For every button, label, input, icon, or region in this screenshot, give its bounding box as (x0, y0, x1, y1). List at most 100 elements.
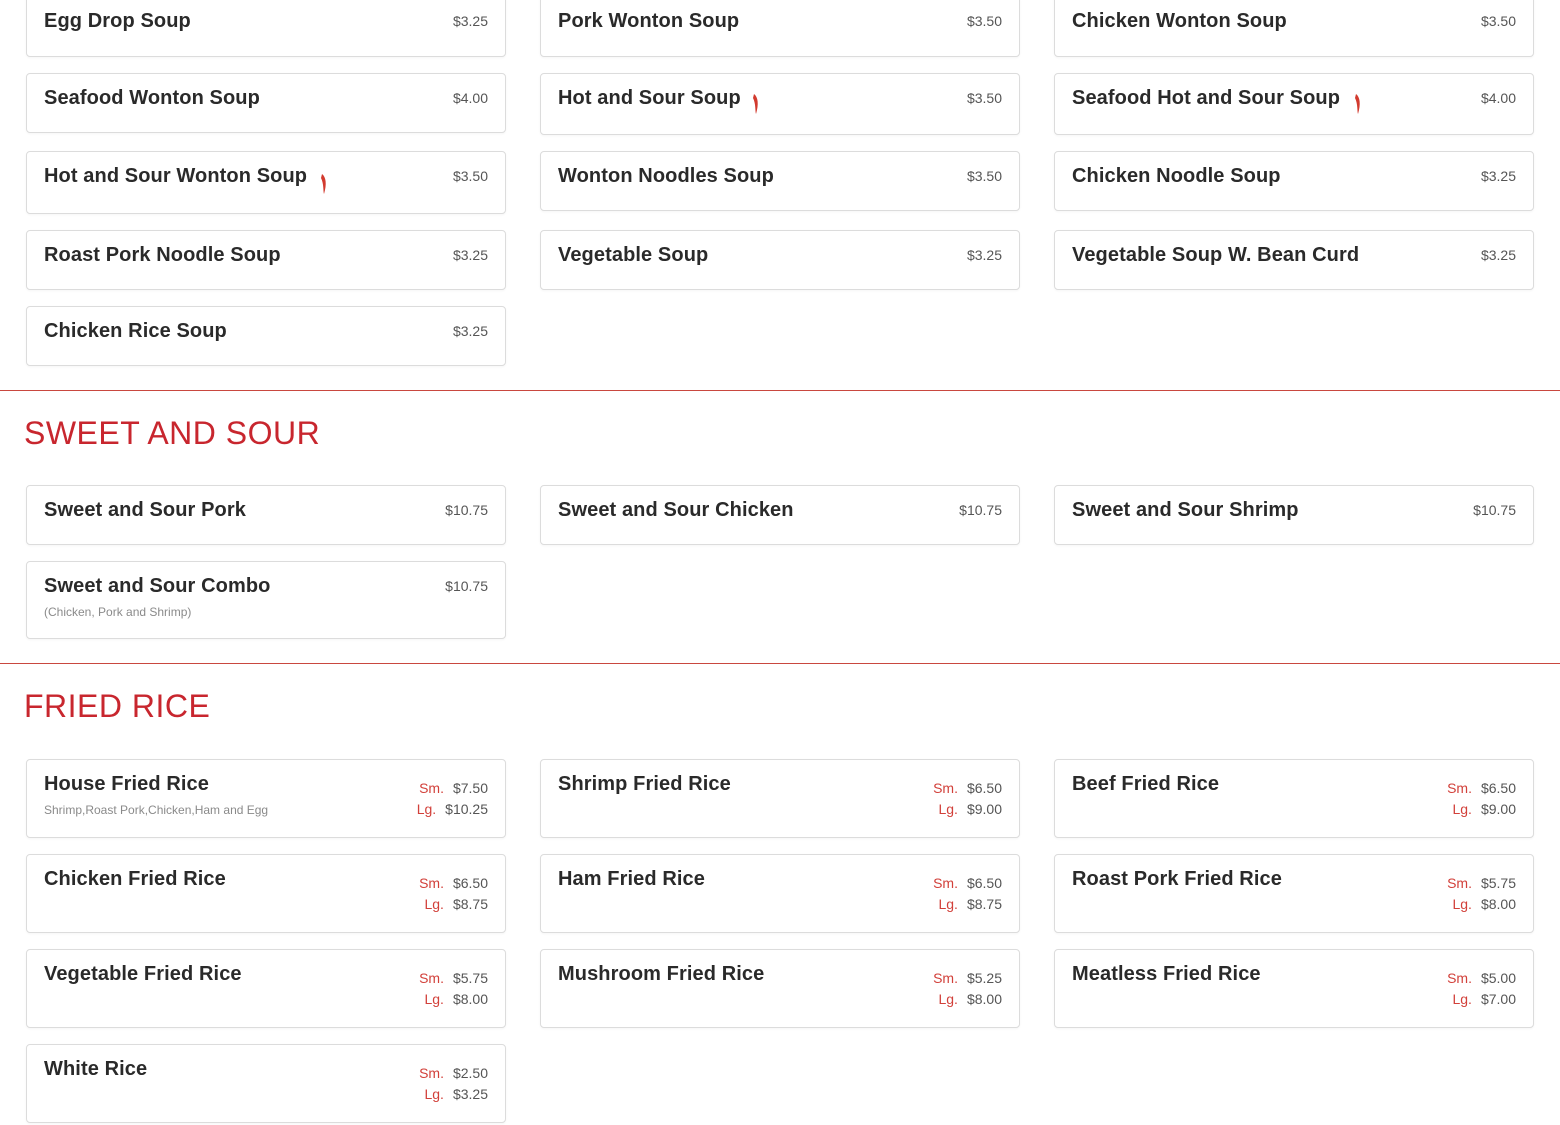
price-list: Sm. $5.25 Lg. $8.00 (933, 968, 1002, 1010)
menu-item-card[interactable]: Seafood Wonton Soup $4.00 (26, 73, 506, 133)
price-large: $8.75 (452, 896, 488, 912)
item-name: Sweet and Sour Chicken (558, 499, 794, 521)
item-name: Chicken Noodle Soup (1072, 165, 1281, 187)
size-label-small: Sm. (1447, 780, 1472, 796)
item-name: House Fried Rice (44, 773, 209, 795)
size-label-large: Lg. (1452, 801, 1472, 817)
menu-item-card[interactable]: Chicken Noodle Soup $3.25 (1054, 151, 1534, 211)
price-list: Sm. $2.50 Lg. $3.25 (419, 1063, 488, 1105)
item-name: Pork Wonton Soup (558, 10, 740, 32)
chili-pepper-icon (1355, 94, 1360, 114)
item-name: White Rice (44, 1058, 148, 1080)
size-label-large: Lg. (1452, 896, 1472, 912)
price-list: Sm. $5.75 Lg. $8.00 (1447, 873, 1516, 915)
menu-item-card[interactable]: Vegetable Fried Rice Sm. $5.75 Lg. $8.00 (26, 949, 506, 1028)
price-small: $6.50 (966, 780, 1002, 796)
size-label-large: Lg. (416, 801, 437, 817)
size-label-small: Sm. (1447, 875, 1472, 891)
price-large: $3.25 (452, 1086, 488, 1102)
price-small: $5.75 (452, 970, 488, 986)
menu-item-card[interactable]: Sweet and Sour Pork $10.75 (26, 485, 506, 545)
menu-item-card[interactable]: Pork Wonton Soup $3.50 (540, 0, 1020, 57)
price-small: $7.50 (452, 780, 488, 796)
menu-item-card[interactable]: Hot and Sour Soup $3.50 (540, 73, 1020, 135)
menu-item-card[interactable]: Shrimp Fried Rice Sm. $6.50 Lg. $9.00 (540, 759, 1020, 838)
menu-item-card[interactable]: Sweet and Sour Chicken $10.75 (540, 485, 1020, 545)
menu-item-card[interactable]: White Rice Sm. $2.50 Lg. $3.25 (26, 1044, 506, 1123)
menu-item-card[interactable]: Vegetable Soup W. Bean Curd $3.25 (1054, 230, 1534, 290)
item-name: Wonton Noodles Soup (558, 165, 774, 187)
price-large: $10.25 (445, 801, 488, 817)
item-name: Vegetable Fried Rice (44, 963, 242, 985)
menu-item-card[interactable]: Meatless Fried Rice Sm. $5.00 Lg. $7.00 (1054, 949, 1534, 1028)
menu-item-card[interactable]: Chicken Rice Soup $3.25 (26, 306, 506, 366)
price-list: Sm. $5.00 Lg. $7.00 (1447, 968, 1516, 1010)
price-large: $8.00 (452, 991, 488, 1007)
menu-item-card[interactable]: Seafood Hot and Sour Soup $4.00 (1054, 73, 1534, 135)
price-large: $8.00 (966, 991, 1002, 1007)
size-label-small: Sm. (933, 875, 958, 891)
size-label-large: Lg. (938, 896, 958, 912)
item-price: $3.25 (452, 13, 488, 29)
price-list: Sm. $7.50 Lg. $10.25 (417, 778, 488, 820)
item-price: $3.50 (1480, 13, 1516, 29)
size-label-small: Sm. (933, 780, 958, 796)
item-name: Sweet and Sour Pork (44, 499, 246, 521)
price-small: $5.75 (1480, 875, 1516, 891)
price-list: Sm. $6.50 Lg. $8.75 (419, 873, 488, 915)
item-name: Chicken Fried Rice (44, 868, 226, 890)
section-divider (0, 663, 1560, 664)
price-large: $9.00 (966, 801, 1002, 817)
chili-pepper-icon (753, 94, 758, 114)
menu-item-card[interactable]: Ham Fried Rice Sm. $6.50 Lg. $8.75 (540, 854, 1020, 933)
item-price: $3.50 (966, 90, 1002, 106)
menu-item-card[interactable]: Vegetable Soup $3.25 (540, 230, 1020, 290)
item-name: Vegetable Soup W. Bean Curd (1072, 244, 1360, 266)
item-name: Hot and Sour Wonton Soup (44, 165, 308, 187)
menu-item-card[interactable]: Chicken Wonton Soup $3.50 (1054, 0, 1534, 57)
menu-item-card[interactable]: Sweet and Sour Shrimp $10.75 (1054, 485, 1534, 545)
item-price: $10.75 (959, 502, 1002, 518)
item-price: $3.25 (452, 323, 488, 339)
item-name: Ham Fried Rice (558, 868, 706, 890)
item-price: $3.50 (966, 13, 1002, 29)
size-label-large: Lg. (424, 1086, 444, 1102)
size-label-large: Lg. (1452, 991, 1472, 1007)
menu-item-card[interactable]: Egg Drop Soup $3.25 (26, 0, 506, 57)
size-label-small: Sm. (419, 970, 444, 986)
size-label-large: Lg. (424, 896, 444, 912)
item-price: $3.25 (966, 247, 1002, 263)
menu-item-card[interactable]: Roast Pork Fried Rice Sm. $5.75 Lg. $8.00 (1054, 854, 1534, 933)
item-name: Egg Drop Soup (44, 10, 191, 32)
item-price: $3.50 (966, 168, 1002, 184)
item-price: $10.75 (445, 578, 488, 594)
item-name: Chicken Wonton Soup (1072, 10, 1287, 32)
item-price: $3.50 (452, 168, 488, 184)
item-price: $4.00 (452, 90, 488, 106)
price-list: Sm. $6.50 Lg. $9.00 (933, 778, 1002, 820)
item-price: $3.25 (1480, 247, 1516, 263)
size-label-small: Sm. (419, 780, 444, 796)
menu-item-card[interactable]: Wonton Noodles Soup $3.50 (540, 151, 1020, 211)
price-small: $5.25 (966, 970, 1002, 986)
section-divider (0, 390, 1560, 391)
size-label-large: Lg. (938, 991, 958, 1007)
menu-item-card[interactable]: Beef Fried Rice Sm. $6.50 Lg. $9.00 (1054, 759, 1534, 838)
item-price: $3.25 (1480, 168, 1516, 184)
item-price: $3.25 (452, 247, 488, 263)
menu-item-card[interactable]: Chicken Fried Rice Sm. $6.50 Lg. $8.75 (26, 854, 506, 933)
section-title-sweet-and-sour: SWEET AND SOUR (24, 415, 321, 451)
menu-item-card[interactable]: Hot and Sour Wonton Soup $3.50 (26, 151, 506, 214)
menu-item-card[interactable]: Roast Pork Noodle Soup $3.25 (26, 230, 506, 290)
chili-pepper-icon (321, 174, 326, 194)
price-small: $6.50 (1480, 780, 1516, 796)
item-name: Shrimp Fried Rice (558, 773, 731, 795)
item-description: (Chicken, Pork and Shrimp) (44, 605, 192, 619)
size-label-large: Lg. (938, 801, 958, 817)
menu-item-card[interactable]: House Fried Rice Shrimp,Roast Pork,Chick… (26, 759, 506, 838)
price-large: $7.00 (1480, 991, 1516, 1007)
item-name: Seafood Wonton Soup (44, 87, 260, 109)
menu-item-card[interactable]: Mushroom Fried Rice Sm. $5.25 Lg. $8.00 (540, 949, 1020, 1028)
item-description: Shrimp,Roast Pork,Chicken,Ham and Egg (44, 803, 269, 817)
menu-item-card[interactable]: Sweet and Sour Combo (Chicken, Pork and … (26, 561, 506, 639)
